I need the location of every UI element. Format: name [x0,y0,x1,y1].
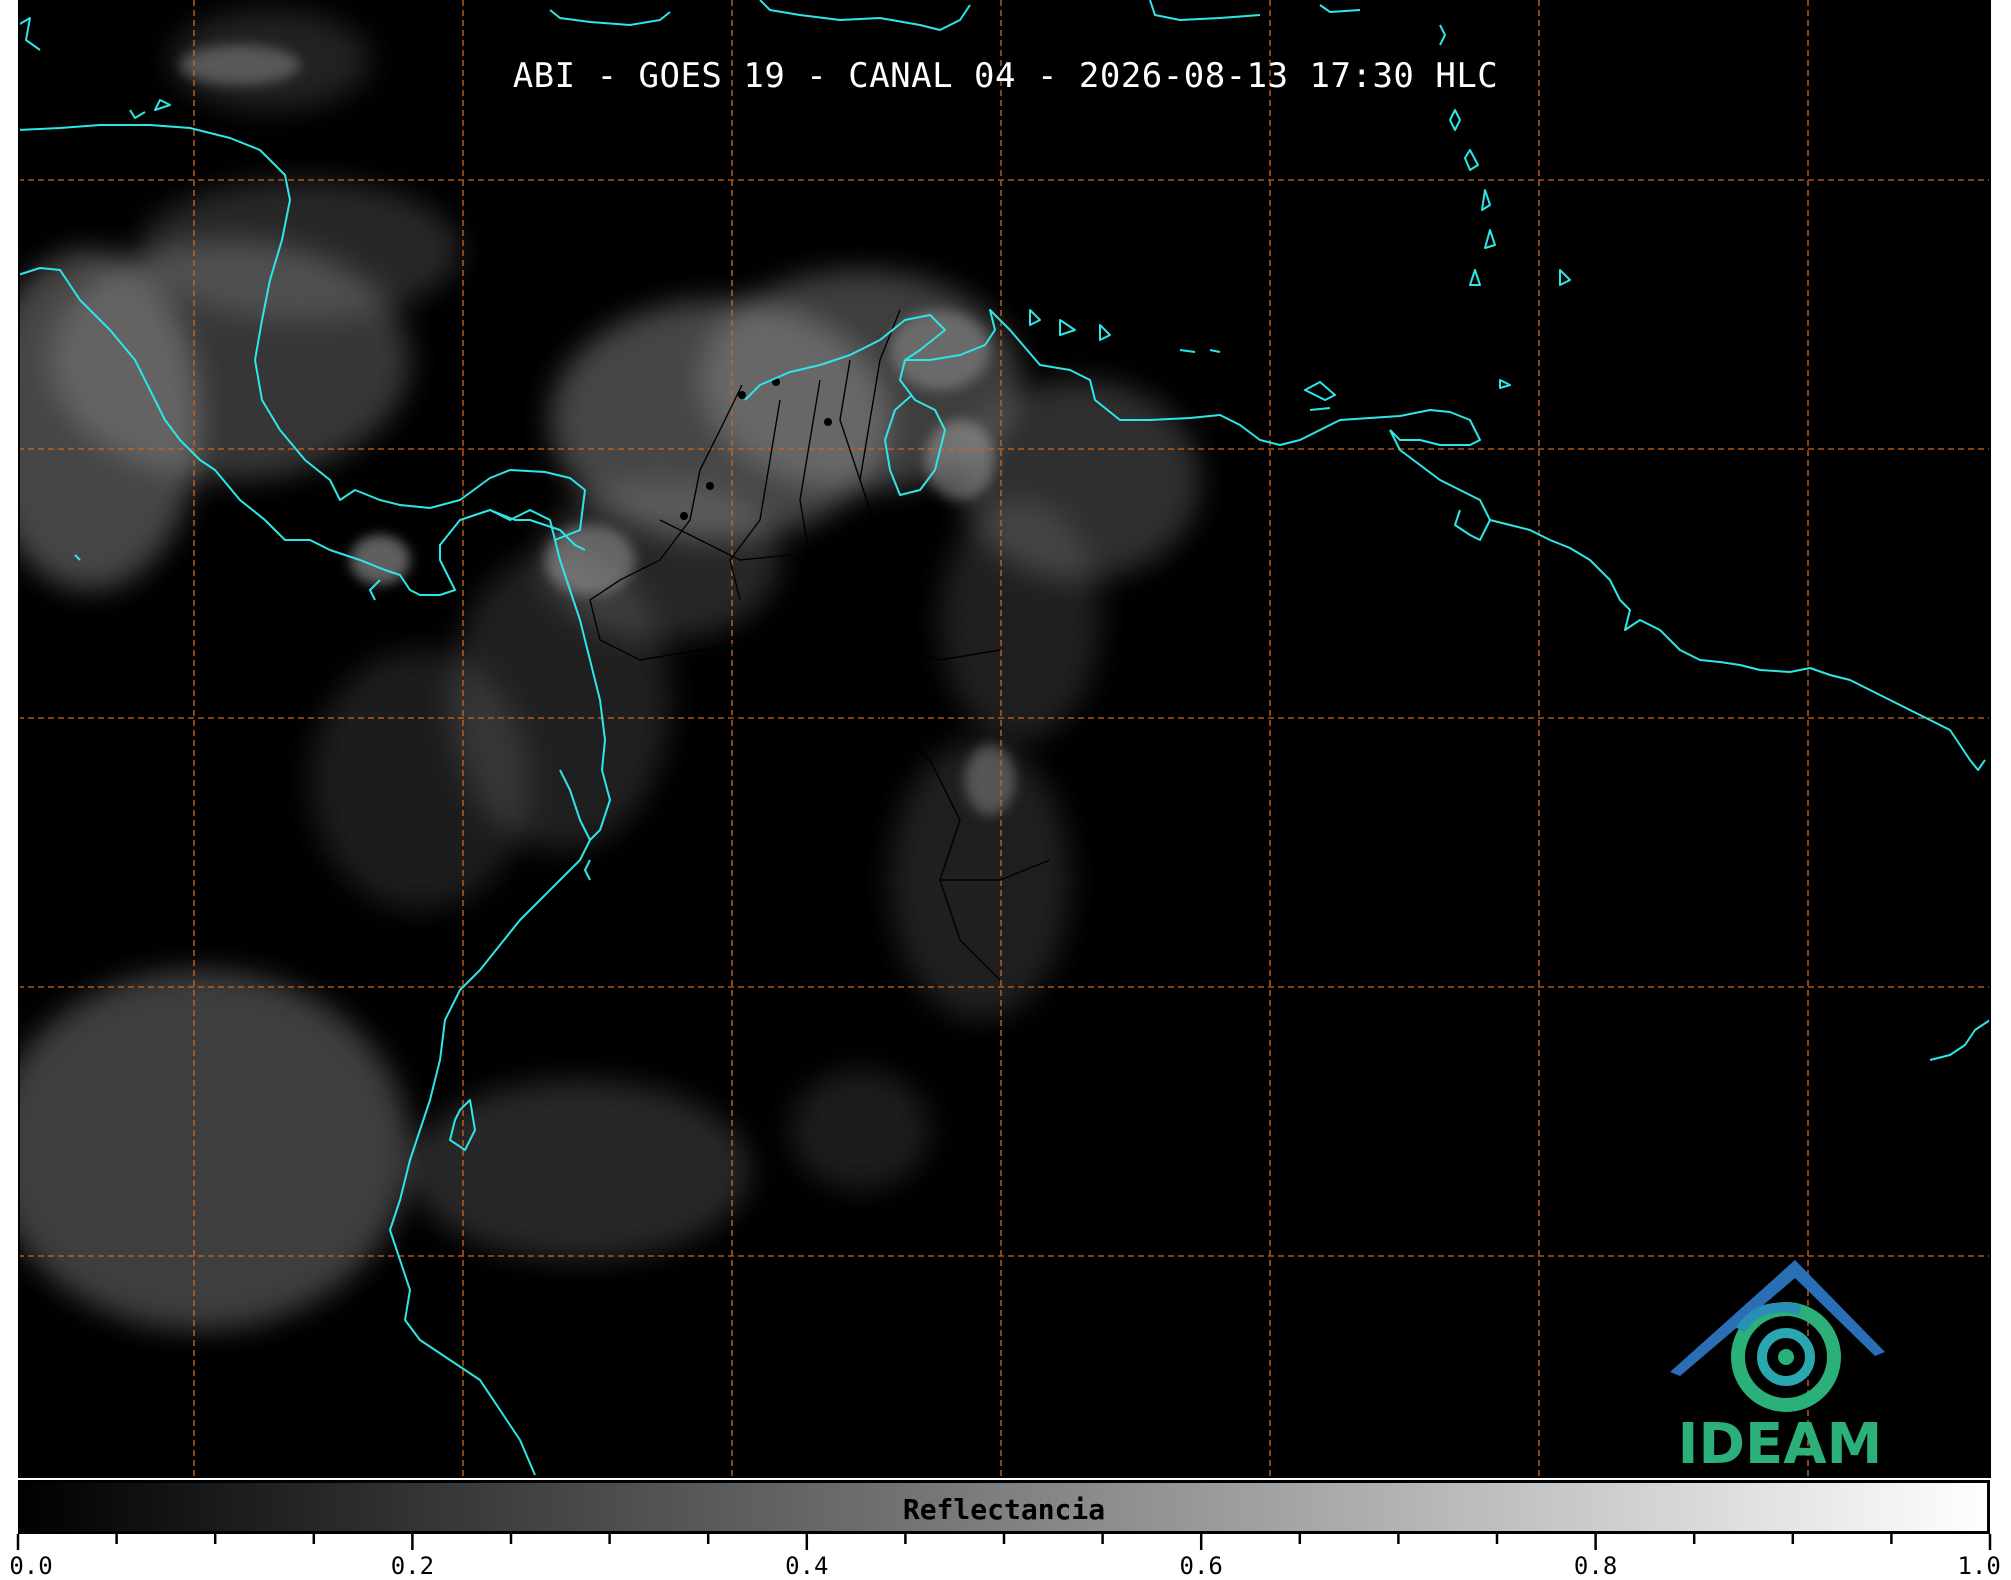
map-panel [0,0,1991,1478]
colorbar-tick-label: 0.8 [1573,1552,1618,1580]
colorbar-tick-label: 0.2 [390,1552,435,1580]
colorbar: Reflectancia [18,1480,1990,1534]
colorbar-label: Reflectancia [902,1493,1106,1526]
colorbar-tick-label: 0.6 [1179,1552,1223,1580]
colorbar-tick-label: 0.0 [9,1552,53,1580]
ideam-logo-text: IDEAM [1677,1412,1883,1477]
colorbar-tick-label: 0.4 [785,1552,829,1580]
satellite-map [0,0,2011,1577]
colorbar-tick-labels: 0.0 0.2 0.4 0.6 0.8 1.0 [0,1534,2011,1580]
map-title: ABI - GOES 19 - CANAL 04 - 2026-08-13 17… [512,56,1499,96]
colorbar-tick-label: 1.0 [1957,1552,2001,1580]
